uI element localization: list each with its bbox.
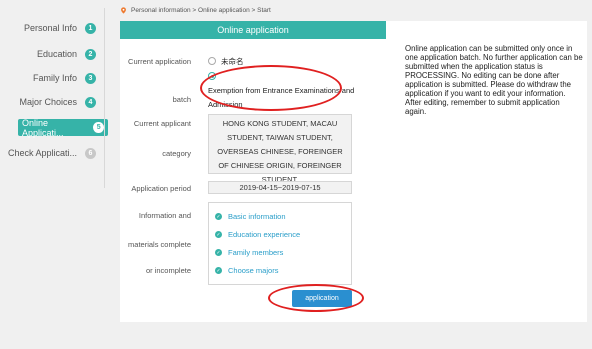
materials-label-2: materials complete <box>128 240 191 249</box>
batch-option-unnamed[interactable]: 未命名 <box>221 56 244 67</box>
materials-item-label: Education experience <box>228 230 301 239</box>
applicant-category-label: Current applicant <box>133 119 191 128</box>
step-number: 3 <box>85 72 96 84</box>
materials-item-choose-majors[interactable]: ✓ Choose majors <box>215 266 278 275</box>
materials-item-label: Family members <box>228 248 284 257</box>
materials-item-label: Choose majors <box>228 266 279 275</box>
current-batch-label: Current application <box>128 57 191 66</box>
step-number: 1 <box>85 22 96 34</box>
check-icon: ✓ <box>215 231 222 238</box>
sidebar-item-major-choices[interactable]: Major Choices 4 <box>0 92 100 112</box>
materials-label-3: or incomplete <box>145 266 191 275</box>
sidebar-item-label: Family Info <box>32 73 77 83</box>
sidebar-item-label: Major Choices <box>19 97 77 107</box>
sidebar-item-label: Education <box>36 49 77 59</box>
breadcrumb: Personal information > Online applicatio… <box>120 7 271 14</box>
step-number: 5 <box>93 122 104 133</box>
location-pin-icon <box>121 7 126 14</box>
check-icon: ✓ <box>215 267 222 274</box>
sidebar-item-online-application[interactable]: Online Applicati... 5 <box>18 117 108 138</box>
current-batch-label-2: batch <box>172 95 191 104</box>
check-icon: ✓ <box>215 249 222 256</box>
step-number: 4 <box>85 96 96 108</box>
application-notice: Online application can be submitted only… <box>405 44 583 116</box>
annotation-circle-button <box>268 284 364 312</box>
sidebar-item-label: Online Applicati... <box>22 117 64 138</box>
materials-checklist: ✓ Basic information ✓ Education experience… <box>208 202 352 285</box>
panel-title-text: Online application <box>217 25 289 35</box>
check-icon: ✓ <box>215 213 222 220</box>
annotation-circle-batch <box>200 65 342 111</box>
step-number: 2 <box>85 48 96 60</box>
applicant-category-label-2: category <box>162 149 191 158</box>
sidebar-item-label: Personal Info <box>23 23 77 33</box>
sidebar-item-check-application[interactable]: Check Applicati... 6 <box>0 143 100 163</box>
materials-item-family-members[interactable]: ✓ Family members <box>215 248 283 257</box>
application-period-label: Application period <box>131 184 191 193</box>
sidebar-item-education[interactable]: Education 2 <box>0 44 100 64</box>
materials-label-1: Information and <box>138 211 191 220</box>
sidebar-divider <box>104 8 105 188</box>
breadcrumb-text: Personal information > Online applicatio… <box>131 7 271 14</box>
sidebar: Personal Info 1 Education 2 Family Info … <box>0 0 110 349</box>
sidebar-item-family-info[interactable]: Family Info 3 <box>0 68 100 88</box>
sidebar-item-label: Check Applicati... <box>7 148 77 158</box>
materials-item-education-experience[interactable]: ✓ Education experience <box>215 230 300 239</box>
application-period-value: 2019-04-15~2019-07-15 <box>208 181 352 194</box>
panel-title: Online application <box>120 21 386 39</box>
step-number: 6 <box>85 147 96 159</box>
materials-item-label: Basic information <box>228 212 286 221</box>
applicant-category-value: HONG KONG STUDENT, MACAU STUDENT, TAIWAN… <box>208 114 352 184</box>
sidebar-item-personal-info[interactable]: Personal Info 1 <box>0 18 100 38</box>
batch-radio-unnamed[interactable] <box>208 57 216 65</box>
materials-item-basic-information[interactable]: ✓ Basic information <box>215 212 286 221</box>
